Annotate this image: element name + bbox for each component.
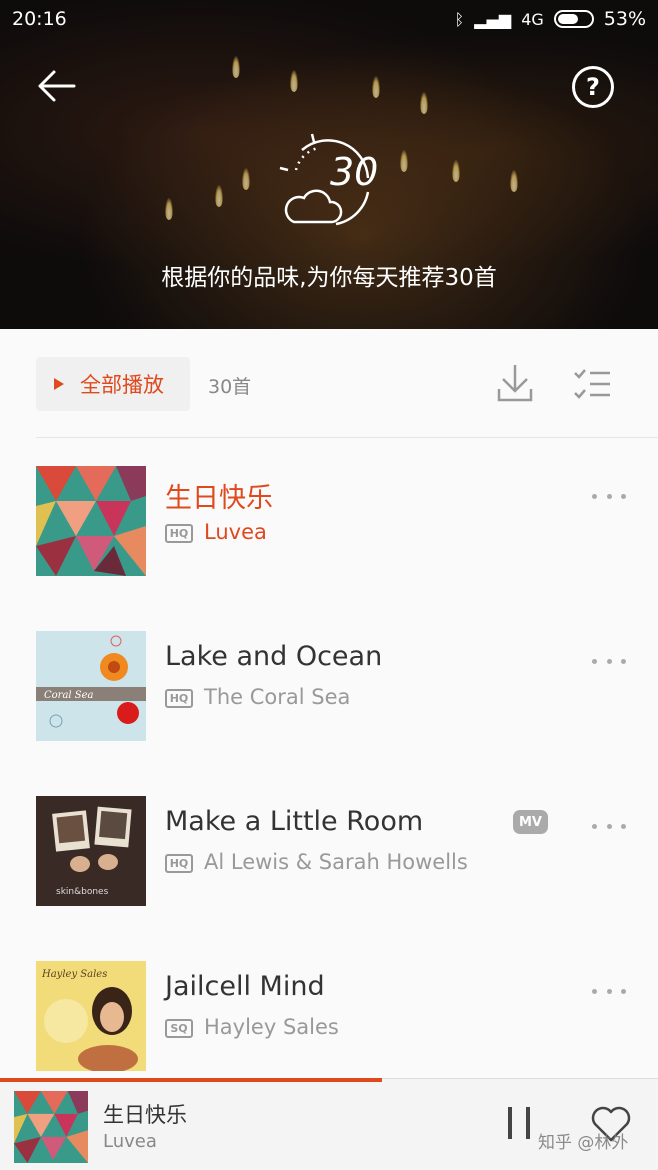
play-all-button[interactable]: 全部播放 — [36, 357, 190, 411]
cover-text: Hayley Sales — [41, 969, 107, 980]
song-row[interactable]: 生日快乐 HQ Luvea — [0, 438, 658, 602]
cover-text: skin&bones — [56, 887, 109, 897]
song-title: Make a Little Room — [165, 806, 424, 837]
header-caption: 根据你的品味,为你每天推荐30首 — [161, 265, 497, 291]
help-icon[interactable]: ? — [572, 66, 614, 108]
quality-badge: HQ — [165, 854, 193, 873]
album-cover: skin&bones — [36, 796, 146, 906]
download-icon[interactable] — [496, 363, 534, 403]
player-album-cover[interactable] — [14, 1091, 88, 1163]
more-options-icon[interactable] — [592, 490, 626, 502]
mini-player[interactable]: 生日快乐 Luvea — [0, 1078, 658, 1170]
playback-progress — [0, 1078, 382, 1082]
badge-number: 30 — [330, 150, 379, 194]
song-row[interactable]: skin&bones Make a Little Room HQ Al Lewi… — [0, 768, 658, 932]
song-title: Jailcell Mind — [165, 971, 325, 1002]
battery-icon — [553, 10, 594, 28]
song-artist: Al Lewis & Sarah Howells — [204, 850, 468, 874]
song-row[interactable]: Hayley Sales Jailcell Mind SQ Hayley Sal… — [0, 933, 658, 1097]
album-cover — [36, 466, 146, 576]
song-artist: Hayley Sales — [204, 1015, 339, 1039]
song-row[interactable]: Coral Sea Lake and Ocean HQ The Coral Se… — [0, 603, 658, 767]
song-title: Lake and Ocean — [165, 641, 383, 672]
signal-icon: ▂▄▆ — [474, 9, 512, 29]
quality-badge: HQ — [165, 689, 193, 708]
bluetooth-icon: ᛒ — [454, 9, 465, 29]
status-time: 20:16 — [12, 8, 67, 30]
mv-badge[interactable]: MV — [513, 810, 548, 834]
multi-select-icon[interactable] — [572, 367, 612, 401]
quality-badge: HQ — [165, 524, 193, 543]
song-artist: The Coral Sea — [204, 685, 351, 709]
album-cover: Hayley Sales — [36, 961, 146, 1071]
back-arrow-icon[interactable] — [34, 66, 78, 106]
pause-icon[interactable] — [508, 1107, 530, 1139]
quality-badge: SQ — [165, 1019, 193, 1038]
play-all-label: 全部播放 — [80, 373, 164, 397]
more-options-icon[interactable] — [592, 655, 626, 667]
play-icon — [54, 378, 64, 390]
player-song-title: 生日快乐 — [103, 1103, 187, 1127]
battery-level: 53% — [603, 8, 646, 30]
cover-text: Coral Sea — [44, 690, 94, 701]
status-bar: 20:16 ᛒ ▂▄▆ 4G 53% — [0, 0, 658, 38]
watermark: 知乎 @林外 — [538, 1133, 629, 1153]
player-artist: Luvea — [103, 1131, 157, 1152]
more-options-icon[interactable] — [592, 985, 626, 997]
action-bar: 全部播放 30首 — [0, 329, 658, 439]
more-options-icon[interactable] — [592, 820, 626, 832]
song-count: 30首 — [208, 376, 252, 398]
song-title: 生日快乐 — [165, 483, 273, 514]
album-cover: Coral Sea — [36, 631, 146, 741]
network-label: 4G — [521, 9, 544, 29]
song-artist: Luvea — [204, 520, 267, 544]
